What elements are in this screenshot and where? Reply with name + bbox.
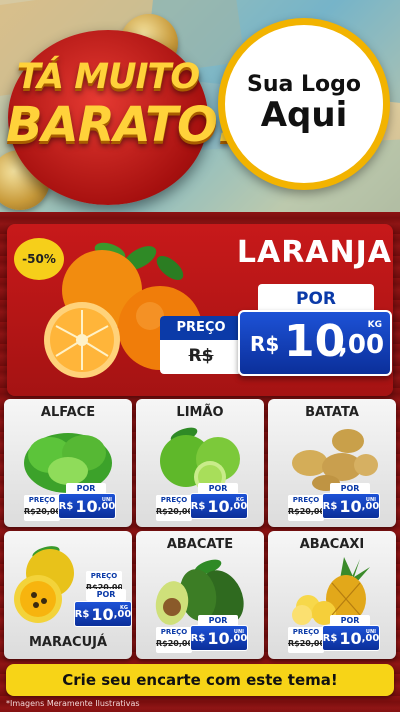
- hero-currency: R$: [250, 332, 280, 356]
- discount-badge: -50%: [14, 238, 64, 280]
- new-price-box: R$ 10,00 UNI: [322, 625, 380, 651]
- passion-fruit-image: [14, 546, 74, 623]
- currency: R$: [190, 632, 206, 644]
- cta-banner[interactable]: Crie seu encarte com este tema!: [6, 664, 394, 696]
- unit: UNI: [365, 497, 376, 503]
- hero-old-price-label: PREÇO: [160, 316, 242, 340]
- currency: R$: [58, 500, 74, 512]
- unit: UNI: [101, 497, 112, 503]
- hero-old-price: R$ 20,00: [188, 346, 214, 366]
- hero-price-cents: ,00: [338, 330, 385, 360]
- old-price-label: PREÇO: [24, 495, 60, 506]
- new-price-box: R$ 10,00 KG: [190, 493, 248, 519]
- product-card-alface: ALFACE POR PREÇO R$20,00 R$ 10,00 UNI: [4, 399, 132, 527]
- currency: R$: [190, 500, 206, 512]
- old-price-label: PREÇO: [288, 495, 324, 506]
- old-price: R$20,00: [288, 639, 324, 648]
- product-card-limao: LIMÃO POR PREÇO R$20,00 R$ 10,00 KG: [136, 399, 264, 527]
- old-price-box: PREÇO R$20,00: [24, 495, 60, 521]
- headline-line-1: TÁ MUITO: [16, 57, 200, 97]
- hero-unit: KG: [367, 320, 382, 330]
- product-name: MARACUJÁ: [28, 635, 108, 650]
- hero-old-price-box: PREÇO R$ 20,00: [160, 316, 242, 374]
- unit: UNI: [233, 629, 244, 635]
- product-card-abacaxi: ABACAXI POR PREÇO R$20,00 R$ 10,00 UNI: [268, 531, 396, 659]
- product-name: ALFACE: [40, 405, 96, 420]
- old-price-box: PREÇO R$20,00: [288, 495, 324, 521]
- old-price: R$20,00: [156, 639, 192, 648]
- old-price-label: PREÇO: [86, 571, 122, 582]
- product-name: ABACATE: [166, 537, 234, 552]
- headline-line-2: BARATO!: [6, 97, 239, 153]
- por-label: POR: [86, 589, 126, 601]
- product-card-batata: BATATA POR PREÇO R$20,00 R$ 10,00 UNI: [268, 399, 396, 527]
- new-price-box: R$ 10,00 UNI: [58, 493, 116, 519]
- logo-text-line-1: Sua Logo: [246, 72, 361, 98]
- old-price-label: PREÇO: [156, 627, 192, 638]
- logo-placeholder: Sua Logo Aqui: [218, 18, 390, 190]
- unit: KG: [120, 605, 128, 611]
- price-int: 10: [339, 628, 362, 648]
- hero-product-name: LARANJA: [236, 235, 392, 270]
- old-price-label: PREÇO: [156, 495, 192, 506]
- price-int: 10: [207, 628, 230, 648]
- hero-price-int: 10: [284, 316, 346, 367]
- old-price: R$20,00: [288, 507, 324, 516]
- price-int: 10: [339, 496, 362, 516]
- old-price-box: PREÇO R$20,00: [156, 627, 192, 653]
- new-price-box: R$ 10,00 KG: [74, 601, 132, 627]
- price-int: 10: [75, 496, 98, 516]
- new-price-box: R$ 10,00 UNI: [190, 625, 248, 651]
- old-price: R$20,00: [24, 507, 60, 516]
- product-card-abacate: ABACATE POR PREÇO R$20,00 R$ 10,00 UNI: [136, 531, 264, 659]
- old-price-box: PREÇO R$20,00: [156, 495, 192, 521]
- old-price-label: PREÇO: [288, 627, 324, 638]
- price-int: 10: [207, 496, 230, 516]
- product-name: BATATA: [305, 405, 359, 420]
- new-price-box: R$ 10,00 UNI: [322, 493, 380, 519]
- old-price-box: PREÇO R$20,00: [288, 627, 324, 653]
- currency: R$: [322, 500, 338, 512]
- product-name: LIMÃO: [176, 405, 224, 420]
- currency: R$: [74, 608, 90, 620]
- price-int: 10: [91, 604, 114, 624]
- product-name: ABACAXI: [299, 537, 365, 552]
- product-card-maracuja: PREÇO R$20,00 POR R$ 10,00 KG MARACUJÁ: [4, 531, 132, 659]
- unit: KG: [236, 497, 244, 503]
- old-price: R$20,00: [156, 507, 192, 516]
- logo-text-line-2: Aqui: [260, 95, 348, 136]
- unit: UNI: [365, 629, 376, 635]
- currency: R$: [322, 632, 338, 644]
- hero-new-price-box: R$ 10 ,00 KG: [238, 310, 392, 376]
- disclaimer-text: *Imagens Meramente Ilustrativas: [6, 699, 140, 708]
